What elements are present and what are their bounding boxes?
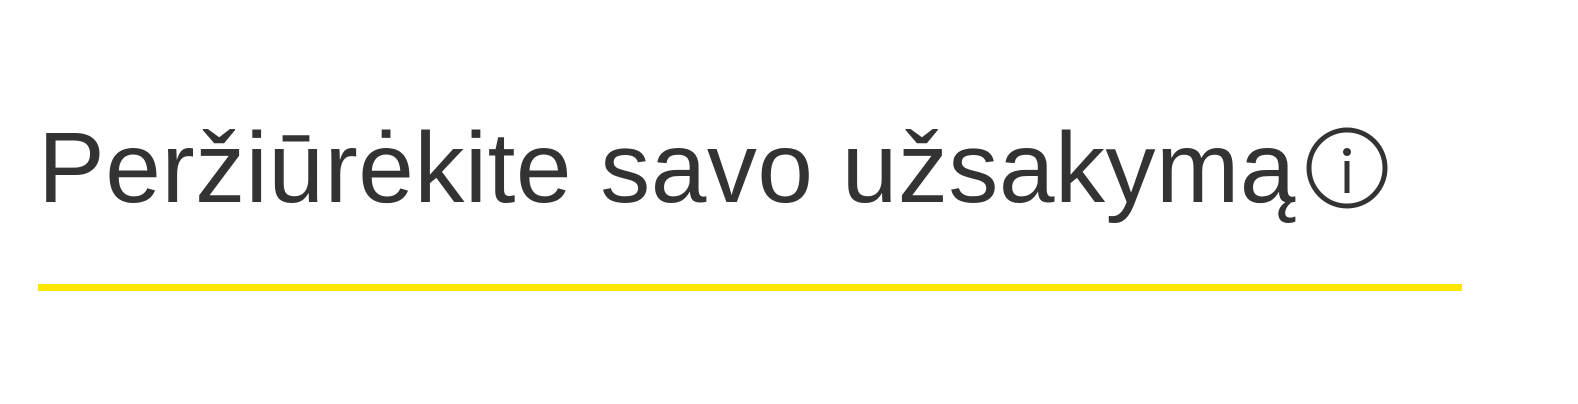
page-header: Peržiūrėkite savo užsakymą [38,118,1462,218]
info-circle-icon [1306,127,1388,209]
info-icon[interactable] [1304,125,1390,211]
yellow-divider [38,284,1462,291]
page-title: Peržiūrėkite savo užsakymą [38,112,1296,224]
